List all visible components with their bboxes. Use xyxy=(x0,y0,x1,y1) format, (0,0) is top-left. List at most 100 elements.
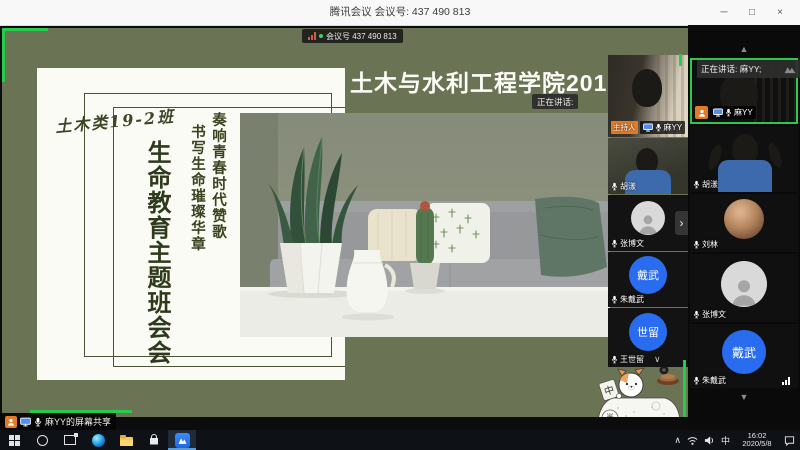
strip-tile-wangshiliu: 世留 王世留 ∨ xyxy=(608,308,688,367)
screen-share-icon xyxy=(643,123,653,132)
action-center-icon[interactable] xyxy=(784,435,795,446)
share-border-right-top xyxy=(679,54,682,66)
avatar xyxy=(724,199,764,239)
host-person-badge xyxy=(5,416,17,428)
mic-icon xyxy=(611,295,618,304)
participant-name: 胡漾 xyxy=(620,181,636,192)
participant-name: 刘林 xyxy=(702,239,718,250)
strip-tile-zhudaiwu: 戴武 朱戴武 xyxy=(608,252,688,307)
windows-logo-icon xyxy=(9,435,20,446)
tencent-meeting-app-icon xyxy=(175,433,190,448)
speaking-banner-text: 正在讲话: 麻YY; xyxy=(701,63,761,75)
mic-icon xyxy=(693,376,700,385)
participant-name: 王世留 xyxy=(620,354,644,365)
expand-strip-chevron-icon: › xyxy=(675,211,688,235)
person-icon xyxy=(698,109,706,117)
network-signal-icon xyxy=(782,377,790,385)
person-icon xyxy=(7,418,15,426)
scroll-down-icon[interactable]: ▼ xyxy=(688,393,800,402)
participant-name: 麻YY xyxy=(734,107,753,118)
start-button[interactable] xyxy=(0,430,28,450)
strip-tile-zhangbowen: 张博文 › xyxy=(608,195,688,251)
meeting-id-text: 会议号 437 490 813 xyxy=(326,31,397,42)
collapse-strip-chevron-icon: ∨ xyxy=(654,354,661,365)
slide-couplets: 奏响青春时代赞歌 书写生命璀璨华章 xyxy=(187,112,229,252)
participant-name: 胡漾 xyxy=(702,179,718,190)
status-dot-icon xyxy=(319,34,323,38)
person-silhouette-icon xyxy=(729,277,759,307)
person-silhouette-icon xyxy=(637,213,659,235)
scroll-up-icon[interactable]: ▲ xyxy=(688,45,800,54)
meeting-id-pill: 会议号 437 490 813 xyxy=(302,29,403,43)
sticker-sign2-text: 半 xyxy=(606,412,614,417)
participant-name: 麻YY xyxy=(664,122,683,133)
maximize-button[interactable]: □ xyxy=(738,7,766,18)
window-titlebar: 腾讯会议 会议号: 437 490 813 ─ □ × xyxy=(0,0,800,26)
edge-browser-icon xyxy=(92,434,105,447)
task-view-icon xyxy=(64,435,76,445)
person-shirt xyxy=(718,160,772,192)
screen-share-banner: 麻YY的屏幕共享 xyxy=(0,413,116,430)
avatar: 戴武 xyxy=(722,330,766,374)
couplet-second: 书写生命璀璨华章 xyxy=(187,124,208,252)
tray-chevron-icon[interactable]: ∧ xyxy=(674,435,681,446)
mic-icon xyxy=(693,310,700,319)
close-button[interactable]: × xyxy=(766,7,794,18)
window-controls: ─ □ × xyxy=(710,0,794,25)
mic-icon xyxy=(693,180,700,189)
file-explorer-button[interactable] xyxy=(112,430,140,450)
store-bag-icon xyxy=(148,434,160,446)
participant-name: 朱戴武 xyxy=(702,375,726,386)
clock[interactable]: 16:02 2020/5/8 xyxy=(736,432,778,449)
shared-screen-region: 会议号 437 490 813 土木与水利工程学院2019级 正在讲话: 土木类… xyxy=(2,28,688,417)
participant-name: 张博文 xyxy=(620,238,644,249)
window-title: 腾讯会议 会议号: 437 490 813 xyxy=(0,0,800,25)
participant-name: 朱戴武 xyxy=(620,294,644,305)
screen-share-icon xyxy=(713,108,723,117)
couplet-first: 奏响青春时代赞歌 xyxy=(208,112,229,252)
video-tile-liulin[interactable]: 刘林 xyxy=(690,194,798,252)
system-tray: ∧ 中 16:02 2020/5/8 xyxy=(674,430,800,450)
share-border-left xyxy=(2,28,5,82)
person-silhouette xyxy=(632,69,662,107)
participant-name: 张博文 xyxy=(702,309,726,320)
store-button[interactable] xyxy=(140,430,168,450)
living-room-photo xyxy=(240,113,610,337)
share-speaking-pill: 正在讲话: xyxy=(532,94,578,109)
mic-icon xyxy=(611,355,618,364)
tencent-meeting-taskbar-button[interactable] xyxy=(168,430,196,450)
avatar xyxy=(721,261,767,307)
video-tile-zhangbowen[interactable]: 张博文 xyxy=(690,254,798,322)
host-badge: 主持人 xyxy=(611,121,638,134)
tencent-meeting-window: 腾讯会议 会议号: 437 490 813 ─ □ × 会议号 437 490 … xyxy=(0,0,800,450)
video-tile-huyang[interactable]: 胡漾 xyxy=(690,126,798,192)
ime-indicator[interactable]: 中 xyxy=(721,434,730,447)
task-view-button[interactable] xyxy=(56,430,84,450)
signal-bars-icon xyxy=(308,32,316,40)
wifi-icon[interactable] xyxy=(687,435,698,446)
participants-sidebar: ▲ 麻YY 正在讲话: 麻YY; xyxy=(688,25,800,430)
minimize-button[interactable]: ─ xyxy=(710,7,738,18)
slide-vertical-title: 生命教育主题班会会 xyxy=(139,140,175,365)
mic-icon xyxy=(693,240,700,249)
mic-icon xyxy=(611,182,618,191)
mic-icon xyxy=(655,123,662,132)
mic-icon xyxy=(34,417,42,427)
windows-taskbar: ∧ 中 16:02 2020/5/8 xyxy=(0,430,800,450)
folder-icon xyxy=(120,437,133,446)
tencent-meeting-logo-icon xyxy=(783,65,797,74)
strip-tile-mayy: 主持人 麻YY xyxy=(608,55,688,137)
search-icon xyxy=(37,435,48,446)
volume-icon[interactable] xyxy=(704,435,715,446)
speaking-banner: 正在讲话: 麻YY; xyxy=(697,60,800,78)
video-tile-zhudaiwu[interactable]: 戴武 朱戴武 xyxy=(690,324,798,388)
captured-video-strip: 主持人 麻YY 胡漾 xyxy=(608,55,688,405)
slide-header-title: 土木与水利工程学院2019级 xyxy=(350,64,645,98)
host-person-badge xyxy=(695,106,708,119)
search-button[interactable] xyxy=(28,430,56,450)
share-border-top xyxy=(2,28,48,31)
avatar xyxy=(631,201,665,235)
share-banner-text: 麻YY的屏幕共享 xyxy=(45,415,111,428)
edge-button[interactable] xyxy=(84,430,112,450)
avatar: 戴武 xyxy=(629,256,667,294)
